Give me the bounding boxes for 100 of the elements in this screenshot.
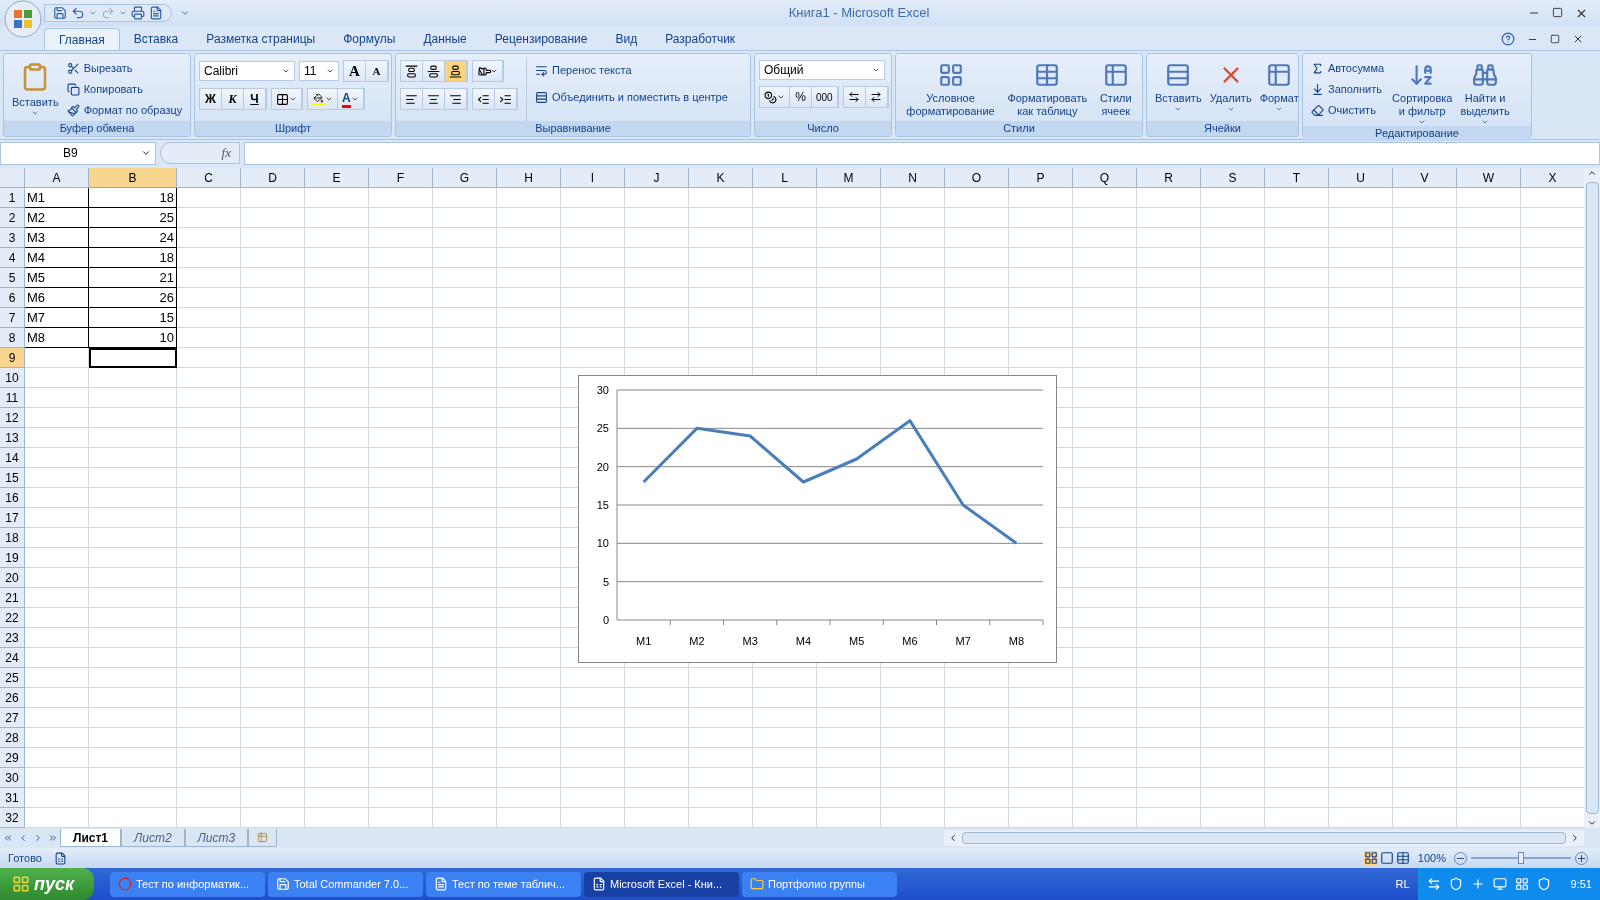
number-format-field[interactable]: Общий [759, 60, 885, 80]
shrink-font-button[interactable]: A [366, 61, 388, 81]
row-header[interactable]: 2 [0, 208, 25, 228]
column-header[interactable]: O [945, 168, 1009, 188]
column-header[interactable]: Q [1073, 168, 1137, 188]
formula-field[interactable] [244, 141, 1600, 165]
align-right-button[interactable] [445, 89, 467, 109]
row-header[interactable]: 21 [0, 588, 25, 608]
vertical-align-button[interactable] [423, 61, 445, 81]
row-header[interactable]: 13 [0, 428, 25, 448]
column-header[interactable]: A [25, 168, 89, 188]
monitor-icon[interactable] [1492, 877, 1507, 891]
ribbon-button[interactable]: Условное форматирование [902, 58, 999, 121]
column-header[interactable]: W [1457, 168, 1521, 188]
grow-font-button[interactable]: A [344, 61, 366, 81]
sheet-tab[interactable]: Лист1 [60, 829, 122, 847]
increase-indent-button[interactable] [495, 89, 517, 109]
column-header[interactable]: B [89, 168, 177, 188]
column-header[interactable]: P [1009, 168, 1073, 188]
ribbon-tab[interactable]: Вид [601, 28, 652, 50]
office-button[interactable] [4, 0, 42, 38]
vertical-align-button[interactable] [445, 61, 467, 81]
ribbon-button[interactable]: Удалить [1205, 58, 1256, 121]
row-header[interactable]: 28 [0, 728, 25, 748]
decrease-decimal-button[interactable] [865, 87, 888, 107]
horizontal-scrollbar[interactable] [944, 830, 1584, 846]
ribbon-tab[interactable]: Разметка страницы [192, 28, 330, 50]
scroll-left-icon[interactable] [948, 833, 958, 843]
caret-icon[interactable] [89, 9, 97, 17]
column-header[interactable]: I [561, 168, 625, 188]
save-icon[interactable] [53, 6, 67, 20]
ribbon-button[interactable]: Формат [1255, 58, 1303, 121]
row-header[interactable]: 9 [0, 348, 25, 368]
row-header[interactable]: 8 [0, 328, 25, 348]
column-header[interactable]: D [241, 168, 305, 188]
ribbon-button[interactable]: Копировать [62, 79, 187, 100]
page-layout-view-icon[interactable] [1379, 851, 1394, 865]
column-header[interactable]: M [817, 168, 881, 188]
font-style-button[interactable]: К [222, 89, 244, 109]
taskbar-button[interactable]: Microsoft Excel - Кни... [584, 871, 739, 897]
column-header[interactable]: F [369, 168, 433, 188]
row-header[interactable]: 29 [0, 748, 25, 768]
taskbar-button[interactable]: Total Commander 7.0... [268, 871, 423, 897]
column-header[interactable]: L [753, 168, 817, 188]
macro-record-icon[interactable] [53, 851, 67, 865]
column-header[interactable]: J [625, 168, 689, 188]
align-left-button[interactable] [401, 89, 423, 109]
row-header[interactable]: 7 [0, 308, 25, 328]
row-header[interactable]: 22 [0, 608, 25, 628]
vertical-align-button[interactable] [401, 61, 423, 81]
ribbon-button[interactable]: Вырезать [62, 58, 187, 79]
row-header[interactable]: 6 [0, 288, 25, 308]
restore-icon[interactable] [1552, 6, 1563, 18]
ribbon-button[interactable]: Сортировка и фильтр [1388, 58, 1457, 126]
scroll-down-icon[interactable] [1587, 818, 1597, 828]
ribbon-tab[interactable]: Рецензирование [480, 28, 602, 50]
row-header[interactable]: 31 [0, 788, 25, 808]
ribbon-button[interactable]: Перенос текста [531, 60, 732, 81]
caret-icon[interactable] [119, 9, 127, 17]
ribbon-button[interactable]: Формат по образцу [62, 100, 187, 121]
row-header[interactable]: 14 [0, 448, 25, 468]
font-color-button[interactable]: A [338, 89, 364, 109]
restore-icon[interactable] [1550, 34, 1560, 44]
row-header[interactable]: 10 [0, 368, 25, 388]
sheet-tab[interactable]: Лист2 [121, 829, 185, 847]
ribbon-tab[interactable]: Данные [409, 28, 481, 50]
row-header[interactable]: 27 [0, 708, 25, 728]
shield-icon[interactable] [1448, 877, 1463, 891]
ribbon-button[interactable]: Найти и выделить [1456, 58, 1514, 126]
thousands-button[interactable]: 000 [812, 87, 838, 107]
currency-button[interactable] [760, 87, 790, 107]
column-header[interactable]: E [305, 168, 369, 188]
column-header[interactable]: T [1265, 168, 1329, 188]
row-header[interactable]: 30 [0, 768, 25, 788]
font-size-field[interactable]: 11 [299, 61, 339, 81]
decrease-indent-button[interactable] [473, 89, 495, 109]
row-header[interactable]: 32 [0, 808, 25, 828]
normal-view-icon[interactable] [1363, 851, 1378, 865]
start-button[interactable]: пуск [0, 868, 94, 900]
row-header[interactable]: 5 [0, 268, 25, 288]
name-box[interactable]: B9 [0, 141, 156, 165]
active-cell[interactable] [89, 348, 177, 368]
column-header[interactable]: G [433, 168, 497, 188]
print-preview-icon[interactable] [131, 6, 145, 20]
row-header[interactable]: 4 [0, 248, 25, 268]
ribbon-tab[interactable]: Формулы [329, 28, 410, 50]
ribbon-button[interactable]: Объединить и поместить в центре [531, 87, 732, 108]
align-center-button[interactable] [423, 89, 445, 109]
taskbar-button[interactable]: Тест по теме таблич... [426, 871, 581, 897]
column-header[interactable]: C [177, 168, 241, 188]
ribbon-tab[interactable]: Главная [44, 28, 120, 50]
row-header[interactable]: 25 [0, 668, 25, 688]
scroll-right-icon[interactable] [1570, 833, 1580, 843]
orientation-button[interactable] [473, 61, 503, 81]
row-header[interactable]: 15 [0, 468, 25, 488]
row-header[interactable]: 18 [0, 528, 25, 548]
function-button[interactable]: fx [221, 143, 231, 163]
column-header[interactable]: H [497, 168, 561, 188]
row-header[interactable]: 19 [0, 548, 25, 568]
network-icon[interactable] [1426, 877, 1441, 891]
